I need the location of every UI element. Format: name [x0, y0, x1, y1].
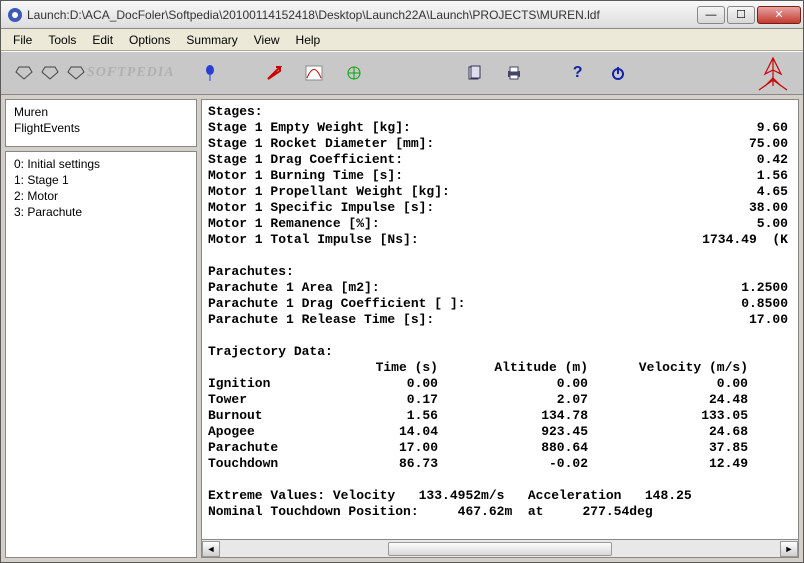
scroll-track[interactable]: [220, 541, 780, 557]
scroll-right-button[interactable]: ►: [780, 541, 798, 557]
maximize-button[interactable]: ☐: [727, 6, 755, 24]
menu-view[interactable]: View: [246, 31, 288, 49]
power-icon[interactable]: [607, 62, 629, 84]
toolbar: SOFTPEDIA ?: [1, 51, 803, 95]
tree-panel: 0: Initial settings1: Stage 12: Motor3: …: [5, 151, 197, 558]
window-title: Launch:D:\ACA_DocFoler\Softpedia\2010011…: [27, 8, 697, 22]
close-button[interactable]: ✕: [757, 6, 801, 24]
tree-item[interactable]: 2: Motor: [12, 188, 190, 204]
document-icon[interactable]: [463, 62, 485, 84]
diamond-icon-2[interactable]: [39, 62, 61, 84]
project-item[interactable]: Muren: [12, 104, 190, 120]
tree-item[interactable]: 1: Stage 1: [12, 172, 190, 188]
balloon-icon[interactable]: [199, 62, 221, 84]
content-area: MurenFlightEvents 0: Initial settings1: …: [1, 95, 803, 562]
horizontal-scrollbar[interactable]: ◄ ►: [201, 540, 799, 558]
menu-summary[interactable]: Summary: [178, 31, 245, 49]
bell-curve-icon[interactable]: [303, 62, 325, 84]
diamond-icon-1[interactable]: [13, 62, 35, 84]
menu-help[interactable]: Help: [288, 31, 329, 49]
scroll-left-button[interactable]: ◄: [202, 541, 220, 557]
printer-icon[interactable]: [503, 62, 525, 84]
titlebar: Launch:D:\ACA_DocFoler\Softpedia\2010011…: [1, 1, 803, 29]
tree-item[interactable]: 0: Initial settings: [12, 156, 190, 172]
menu-options[interactable]: Options: [121, 31, 178, 49]
project-panel: MurenFlightEvents: [5, 99, 197, 147]
scroll-thumb[interactable]: [388, 542, 612, 556]
tree-item[interactable]: 3: Parachute: [12, 204, 190, 220]
red-arrow-icon[interactable]: [263, 62, 285, 84]
right-pane: Stages:Stage 1 Empty Weight [kg]:9.60Sta…: [201, 99, 799, 558]
menubar: FileToolsEditOptionsSummaryViewHelp: [1, 29, 803, 51]
menu-edit[interactable]: Edit: [84, 31, 121, 49]
rocket-logo-icon: [751, 56, 795, 97]
watermark-text: SOFTPEDIA: [87, 65, 175, 81]
menu-tools[interactable]: Tools: [40, 31, 84, 49]
help-icon[interactable]: ?: [567, 62, 589, 84]
output-text: Stages:Stage 1 Empty Weight [kg]:9.60Sta…: [201, 99, 799, 540]
app-icon: [7, 7, 23, 23]
compass-icon[interactable]: [343, 62, 365, 84]
menu-file[interactable]: File: [5, 31, 40, 49]
left-pane: MurenFlightEvents 0: Initial settings1: …: [5, 99, 197, 558]
diamond-icon-3[interactable]: [65, 62, 87, 84]
minimize-button[interactable]: —: [697, 6, 725, 24]
project-item[interactable]: FlightEvents: [12, 120, 190, 136]
